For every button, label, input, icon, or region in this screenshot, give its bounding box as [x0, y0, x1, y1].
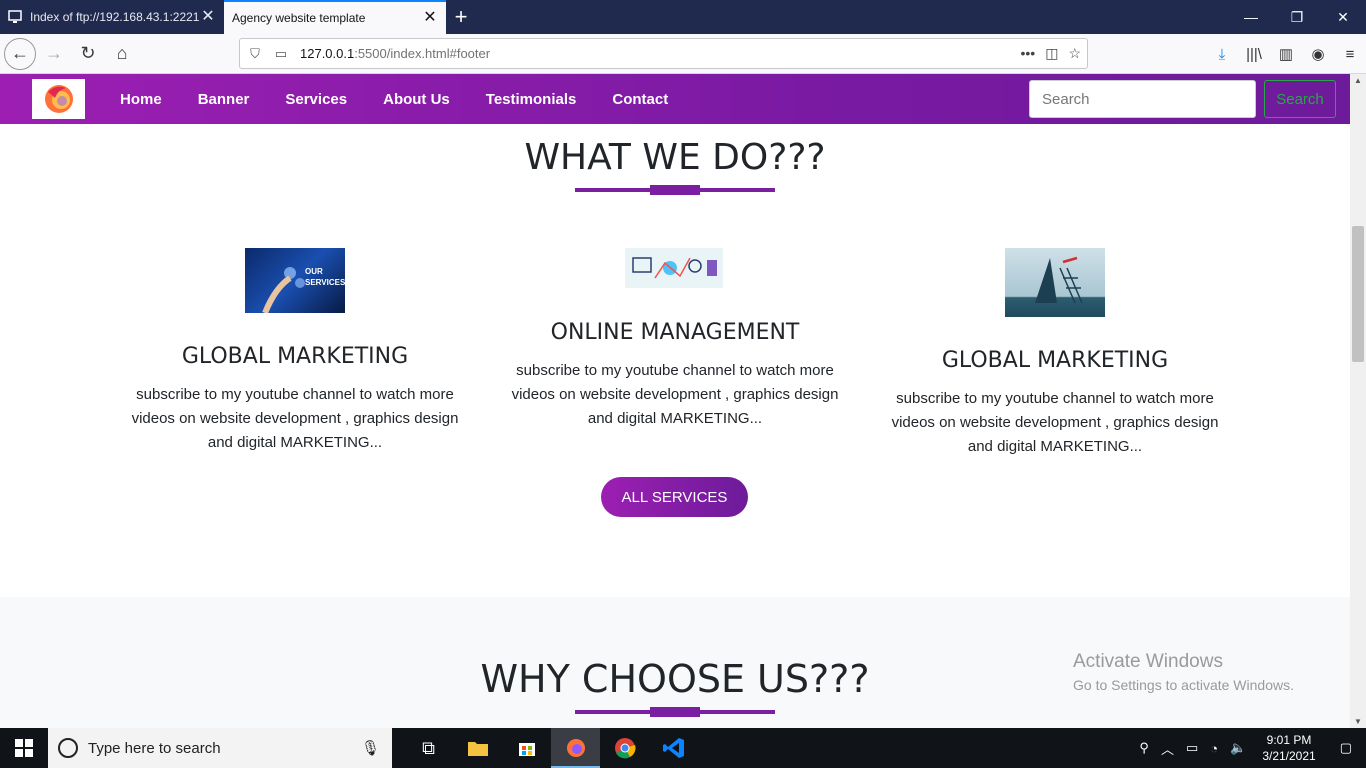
show-hidden-icons-icon[interactable]: ︿	[1155, 739, 1180, 758]
online-management-image	[625, 248, 723, 288]
page-icon: ▭	[274, 45, 288, 61]
menu-item-banner[interactable]: Banner	[180, 91, 268, 108]
heading-underline	[575, 185, 775, 195]
menu-item-services[interactable]: Services	[267, 91, 365, 108]
firefox-logo-icon	[44, 85, 73, 113]
window-controls: — ❐ ✕	[1228, 0, 1366, 34]
cortana-icon	[58, 738, 78, 758]
watermark-line2: Go to Settings to activate Windows.	[1073, 677, 1294, 693]
url-host: 127.0.0.1	[300, 46, 355, 61]
taskbar-search-box[interactable]: Type here to search 🎙	[48, 728, 392, 768]
library-icon[interactable]: |||\	[1238, 46, 1270, 63]
store-icon[interactable]	[502, 728, 551, 768]
page-scrollbar[interactable]: ▲ ▼	[1350, 74, 1366, 728]
new-tab-button[interactable]: +	[446, 0, 476, 34]
scrollbar-thumb[interactable]	[1352, 226, 1364, 362]
account-icon[interactable]: ◉	[1302, 45, 1334, 63]
our-services-image: OUR SERVICES	[245, 248, 346, 315]
pocket-icon[interactable]: ◫	[1045, 45, 1058, 62]
card-text: subscribe to my youtube channel to watch…	[891, 390, 1219, 455]
restore-icon[interactable]: ❐	[1274, 0, 1320, 34]
service-card-online-management: ONLINE MANAGEMENT subscribe to my youtub…	[485, 320, 865, 431]
taskbar-apps: ⧉	[404, 728, 698, 768]
notifications-icon[interactable]: ▢	[1326, 740, 1366, 756]
close-tab-icon[interactable]: ✕	[200, 9, 216, 25]
arrow-left-icon: ←	[11, 43, 29, 63]
page-viewport: Home Banner Services About Us Testimonia…	[0, 74, 1350, 728]
card-text: subscribe to my youtube channel to watch…	[131, 386, 459, 451]
shield-icon: ⛉	[250, 45, 260, 61]
download-icon[interactable]: ⤓	[1206, 46, 1238, 63]
menu-item-testimonials[interactable]: Testimonials	[468, 91, 595, 108]
close-window-icon[interactable]: ✕	[1320, 0, 1366, 34]
tab-agency-template[interactable]: Agency website template ✕	[224, 0, 446, 34]
tab-title: Index of ftp://192.168.43.1:2221	[30, 10, 200, 24]
scroll-up-icon[interactable]: ▲	[1350, 76, 1366, 85]
menu-icon[interactable]: ≡	[1334, 46, 1366, 63]
system-clock[interactable]: 9:01 PM 3/21/2021	[1252, 732, 1325, 764]
taskbar-search-placeholder: Type here to search	[88, 739, 221, 757]
global-marketing-image	[1005, 248, 1105, 317]
scroll-down-icon[interactable]: ▼	[1350, 717, 1366, 726]
watermark-line1: Activate Windows	[1073, 651, 1223, 672]
more-actions-icon[interactable]: •••	[1020, 45, 1035, 62]
service-card-global-marketing: GLOBAL MARKETING subscribe to my youtube…	[105, 344, 485, 455]
forward-button[interactable]: →	[38, 38, 70, 70]
vscode-icon[interactable]	[649, 728, 698, 768]
microphone-icon[interactable]: 🎙	[361, 739, 380, 757]
chrome-icon[interactable]	[600, 728, 649, 768]
bookmark-star-icon[interactable]: ☆	[1068, 45, 1081, 62]
site-menu: Home Banner Services About Us Testimonia…	[102, 74, 686, 124]
site-search-input[interactable]: Search	[1029, 80, 1256, 118]
our-services-label: OUR SERVICES	[305, 267, 346, 287]
card-text: subscribe to my youtube channel to watch…	[511, 362, 839, 427]
url-bar[interactable]: ⛉ ▭ 127.0.0.1 :5500/index.html#footer ••…	[239, 38, 1088, 69]
monitor-icon	[8, 10, 22, 24]
activate-windows-watermark: Activate Windows Go to Settings to activ…	[1073, 651, 1294, 693]
reload-button[interactable]: ↻	[72, 38, 104, 70]
people-icon[interactable]: ⚲	[1133, 740, 1155, 756]
tab-ftp-index[interactable]: Index of ftp://192.168.43.1:2221 ✕	[0, 0, 224, 34]
url-path: :5500/index.html#footer	[354, 46, 491, 61]
minimize-icon[interactable]: —	[1228, 0, 1274, 34]
start-button[interactable]	[0, 728, 48, 768]
windows-taskbar: Type here to search 🎙 ⧉ ⚲ ︿ ▭ ◔ 🔈 9:01 P…	[0, 728, 1366, 768]
card-title: GLOBAL MARKETING	[181, 344, 409, 369]
toolbar-icons: ⤓ |||\ ▥ ◉ ≡	[1206, 34, 1366, 74]
volume-icon[interactable]: 🔈	[1224, 740, 1252, 756]
heading-underline	[575, 707, 775, 717]
service-card-global-marketing-2: GLOBAL MARKETING subscribe to my youtube…	[865, 348, 1245, 459]
menu-item-about[interactable]: About Us	[365, 91, 468, 108]
what-we-do-heading: WHAT WE DO???	[524, 137, 826, 178]
menu-item-home[interactable]: Home	[102, 91, 180, 108]
site-search-button[interactable]: Search	[1264, 80, 1336, 118]
windows-logo-icon	[15, 739, 33, 757]
file-explorer-icon[interactable]	[453, 728, 502, 768]
arrow-right-icon: →	[45, 43, 63, 63]
task-view-icon[interactable]: ⧉	[404, 728, 453, 768]
all-services-button[interactable]: ALL SERVICES	[601, 477, 748, 517]
back-button[interactable]: ←	[4, 37, 36, 70]
close-tab-icon[interactable]: ✕	[422, 10, 438, 26]
reload-icon: ↻	[80, 43, 96, 63]
card-title: ONLINE MANAGEMENT	[550, 320, 800, 345]
site-logo[interactable]	[32, 79, 85, 119]
clock-date: 3/21/2021	[1262, 749, 1316, 763]
card-title: GLOBAL MARKETING	[941, 348, 1169, 373]
browser-tab-strip: Index of ftp://192.168.43.1:2221 ✕ Agenc…	[0, 0, 1366, 34]
home-icon: ⌂	[116, 43, 128, 63]
clock-time: 9:01 PM	[1266, 733, 1312, 747]
tab-title: Agency website template	[232, 11, 366, 25]
battery-icon[interactable]: ▭	[1180, 740, 1204, 756]
browser-navbar: ← → ↻ ⌂ ⛉ ▭ 127.0.0.1 :5500/index.html#f…	[0, 34, 1366, 74]
firefox-icon[interactable]	[551, 728, 600, 768]
sidebar-icon[interactable]: ▥	[1270, 45, 1302, 63]
system-tray: ⚲ ︿ ▭ ◔ 🔈 9:01 PM 3/21/2021 ▢	[1133, 728, 1366, 768]
site-navbar: Home Banner Services About Us Testimonia…	[0, 74, 1350, 124]
menu-item-contact[interactable]: Contact	[594, 91, 686, 108]
wifi-icon[interactable]: ◔	[1204, 741, 1224, 756]
home-button[interactable]: ⌂	[106, 38, 138, 70]
